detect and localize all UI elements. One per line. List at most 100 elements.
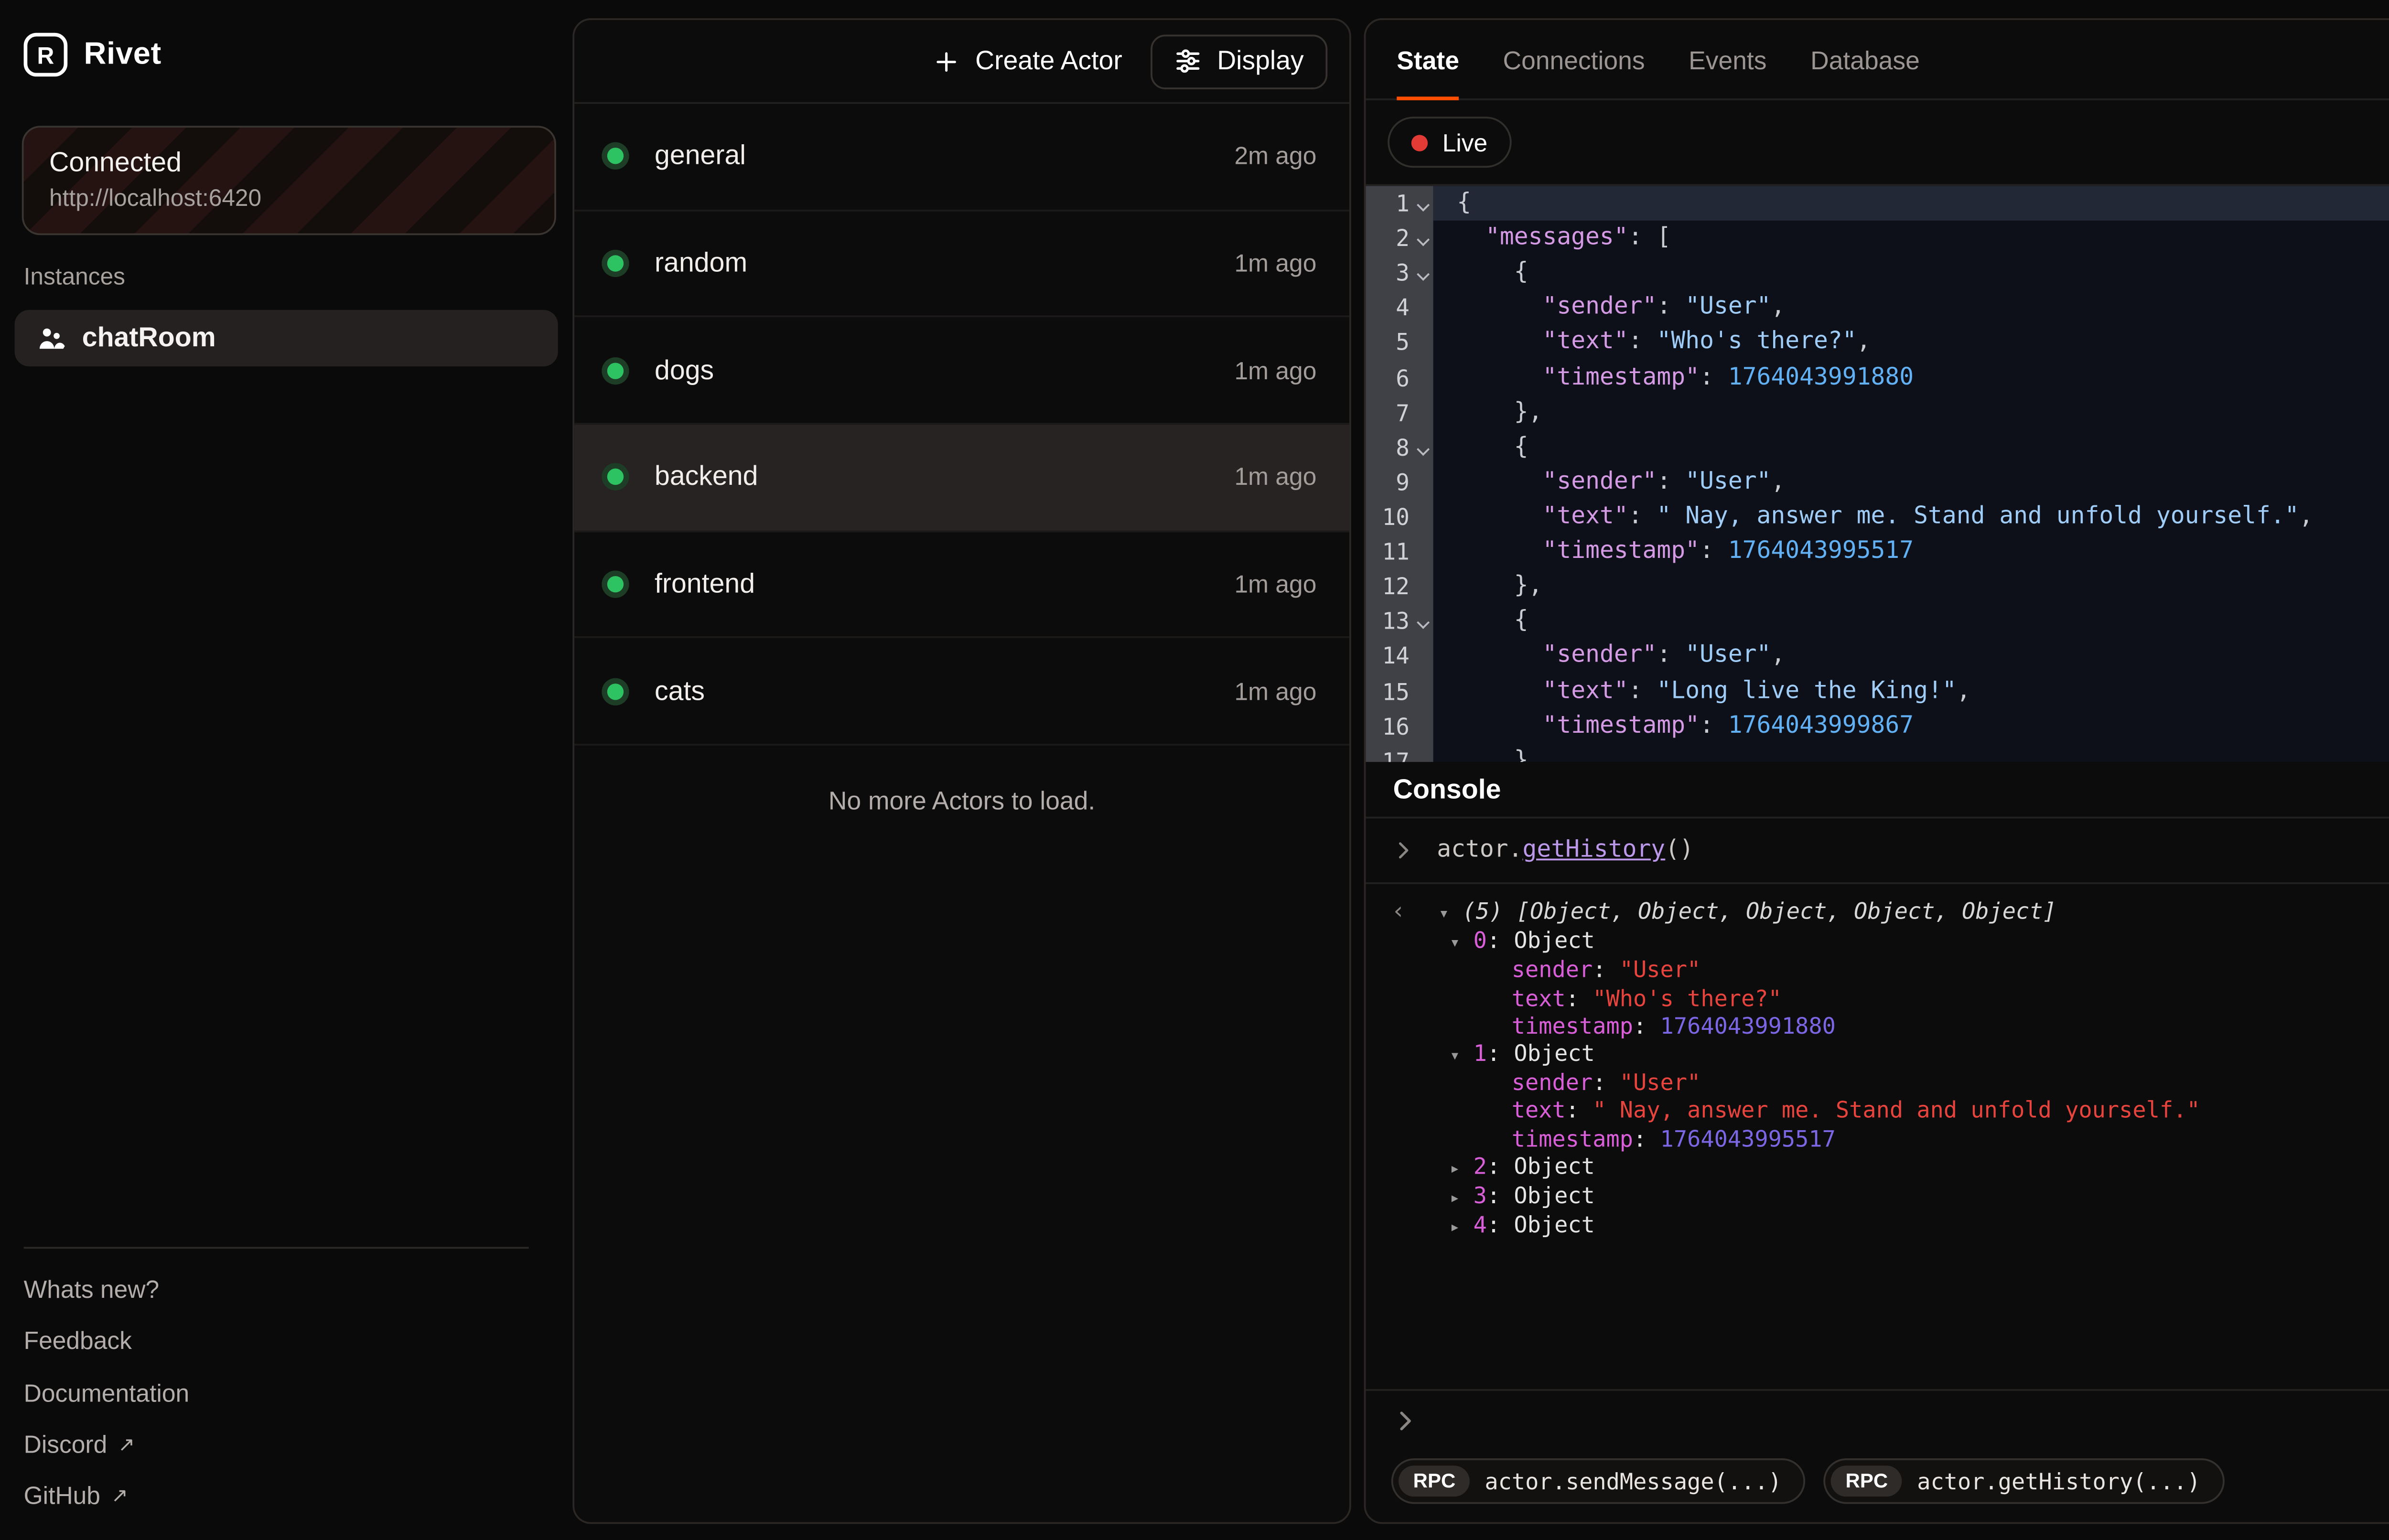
editor-line-number: 10 bbox=[1366, 500, 1433, 535]
state-toolbar: Live bbox=[1366, 100, 2389, 186]
tab-state[interactable]: State bbox=[1397, 20, 1459, 98]
actor-last-active: 1m ago bbox=[1235, 464, 1317, 491]
console-command: actor.getHistory() bbox=[1437, 837, 1694, 864]
prop-key: sender bbox=[1512, 958, 1593, 983]
sidebar-footer: Whats new? FeedbackDocumentation Discord ↗ G… bbox=[0, 1247, 552, 1522]
console-command-row: actor.getHistory() bbox=[1366, 819, 2389, 884]
console-entry-2[interactable]: ▸2: Object bbox=[1391, 1154, 2389, 1183]
footer-link-label: GitHub bbox=[24, 1483, 100, 1510]
console-spacer bbox=[1366, 1242, 2389, 1389]
editor-code-line: { bbox=[1433, 604, 2389, 639]
editor-line-number: 14 bbox=[1366, 639, 1433, 674]
rpc-shortcuts: RPCactor.sendMessage(...) RPCactor.getHis… bbox=[1391, 1458, 2389, 1504]
fold-chevron-icon[interactable] bbox=[1416, 234, 1429, 246]
create-actor-label: Create Actor bbox=[975, 46, 1122, 75]
plus-icon bbox=[932, 46, 961, 75]
actor-row-dogs[interactable]: dogs1m ago bbox=[574, 318, 1349, 425]
live-dot-icon bbox=[1411, 134, 1428, 150]
actor-row-general[interactable]: general2m ago bbox=[574, 104, 1349, 211]
connection-status: Connected bbox=[49, 148, 529, 179]
triangle-down-icon[interactable]: ▾ bbox=[1450, 930, 1474, 958]
prop-value: "User" bbox=[1620, 958, 1701, 983]
entry-prop-sender: sender: "User" bbox=[1391, 1070, 2389, 1098]
editor-code-line: "text": "Who's there?", bbox=[1433, 325, 2389, 360]
footer-link-feedback[interactable]: Feedback bbox=[24, 1315, 529, 1367]
editor-code-line: }, bbox=[1433, 569, 2389, 604]
fold-chevron-icon[interactable] bbox=[1416, 617, 1429, 630]
actor-name: backend bbox=[655, 462, 758, 493]
triangle-right-icon[interactable]: ▸ bbox=[1450, 1155, 1474, 1183]
actor-list: general2m agorandom1m agodogs1m agobacke… bbox=[574, 104, 1349, 746]
fold-chevron-icon[interactable] bbox=[1416, 268, 1429, 281]
display-label: Display bbox=[1217, 46, 1303, 75]
console-result-summary-row: ‹▾(5) [Object, Object, Object, Object, O… bbox=[1391, 898, 2389, 928]
console-entry-1[interactable]: ▾1: Object bbox=[1391, 1041, 2389, 1070]
prop-value: 1764043991880 bbox=[1660, 1013, 1836, 1038]
triangle-down-icon[interactable]: ▾ bbox=[1439, 900, 1463, 928]
prop-value: 1764043995517 bbox=[1660, 1126, 1836, 1151]
console-entry-3[interactable]: ▸3: Object bbox=[1391, 1183, 2389, 1213]
editor-code-line: "timestamp": 1764043995517 bbox=[1433, 535, 2389, 569]
editor-code-line: { bbox=[1433, 430, 2389, 465]
footer-link-label: Discord bbox=[24, 1431, 108, 1458]
display-button[interactable]: Display bbox=[1151, 34, 1327, 88]
state-json-editor[interactable]: 1234567891011121314151617 { "messages": … bbox=[1366, 186, 2389, 762]
actor-last-active: 1m ago bbox=[1235, 678, 1317, 705]
actor-name: cats bbox=[655, 676, 705, 707]
prop-key: text bbox=[1512, 1098, 1566, 1123]
footer-divider bbox=[24, 1247, 529, 1249]
console-header[interactable]: Console bbox=[1366, 762, 2389, 818]
entry-prop-sender: sender: "User" bbox=[1391, 958, 2389, 985]
sidebar: R Rivet Connected http://localhost:6420 … bbox=[0, 0, 572, 1540]
live-label: Live bbox=[1442, 128, 1488, 156]
actor-row-backend[interactable]: backend 1m ago bbox=[574, 425, 1349, 532]
editor-code-line: "sender": "User", bbox=[1433, 290, 2389, 325]
fold-chevron-icon[interactable] bbox=[1416, 199, 1429, 212]
fold-chevron-icon[interactable] bbox=[1416, 442, 1429, 455]
triangle-right-icon[interactable]: ▸ bbox=[1450, 1185, 1474, 1213]
footer-link-github[interactable]: GitHub↗ bbox=[24, 1470, 529, 1522]
entry-index: 3 bbox=[1474, 1183, 1487, 1208]
users-icon bbox=[36, 323, 65, 353]
rpc-button-actor-getHistory-[interactable]: RPCactor.getHistory(...) bbox=[1824, 1458, 2225, 1504]
editor-line-number: 8 bbox=[1366, 430, 1433, 465]
actor-row-cats[interactable]: cats 1m ago bbox=[574, 639, 1349, 746]
rpc-label: actor.getHistory(...) bbox=[1917, 1468, 2200, 1494]
live-toggle[interactable]: Live bbox=[1388, 117, 1511, 168]
actor-row-random[interactable]: random1m ago bbox=[574, 211, 1349, 318]
instances-label: Instances bbox=[24, 263, 125, 290]
console-title: Console bbox=[1393, 774, 1501, 805]
external-link-icon: ↗ bbox=[118, 1433, 135, 1456]
triangle-down-icon[interactable]: ▾ bbox=[1450, 1043, 1474, 1070]
entry-prop-text: text: "Who's there?" bbox=[1391, 985, 2389, 1013]
rivet-app: R Rivet Connected http://localhost:6420 … bbox=[0, 0, 2389, 1540]
footer-link-whats-new-[interactable]: Whats new? bbox=[24, 1263, 529, 1315]
command-object: actor. bbox=[1437, 837, 1522, 864]
editor-code-line: "sender": "User", bbox=[1433, 465, 2389, 500]
entry-index: 2 bbox=[1474, 1154, 1487, 1179]
tabs: State Connections Events Database bbox=[1397, 20, 1920, 98]
footer-link-documentation[interactable]: Documentation bbox=[24, 1367, 529, 1419]
sliders-icon bbox=[1175, 47, 1202, 75]
console-entry-0[interactable]: ▾0: Object bbox=[1391, 928, 2389, 958]
create-actor-button[interactable]: Create Actor bbox=[932, 46, 1122, 75]
tab-events[interactable]: Events bbox=[1689, 20, 1766, 98]
actor-row-frontend[interactable]: frontend1m ago bbox=[574, 532, 1349, 639]
sidebar-item-chatroom[interactable]: chatRoom bbox=[15, 310, 558, 366]
rpc-button-actor-sendMessage-[interactable]: RPCactor.sendMessage(...) bbox=[1391, 1458, 1806, 1504]
result-summary: (5) [Object, Object, Object, Object, Obj… bbox=[1463, 898, 2056, 924]
footer-link-discord[interactable]: Discord ↗ bbox=[24, 1419, 529, 1470]
instance-name: chatRoom bbox=[82, 322, 216, 353]
editor-line-number: 2 bbox=[1366, 221, 1433, 256]
editor-line-number: 9 bbox=[1366, 465, 1433, 500]
tab-connections[interactable]: Connections bbox=[1503, 20, 1645, 98]
footer-link-label: Whats new? bbox=[24, 1275, 160, 1303]
editor-line-number: 5 bbox=[1366, 325, 1433, 360]
editor-line-number: 13 bbox=[1366, 604, 1433, 639]
editor-line-number: 17 bbox=[1366, 743, 1433, 762]
entry-index: 1 bbox=[1474, 1041, 1487, 1066]
console-entry-4[interactable]: ▸4: Object bbox=[1391, 1213, 2389, 1242]
triangle-right-icon[interactable]: ▸ bbox=[1450, 1215, 1474, 1242]
tab-database[interactable]: Database bbox=[1810, 20, 1920, 98]
actor-last-active: 1m ago bbox=[1235, 571, 1317, 598]
